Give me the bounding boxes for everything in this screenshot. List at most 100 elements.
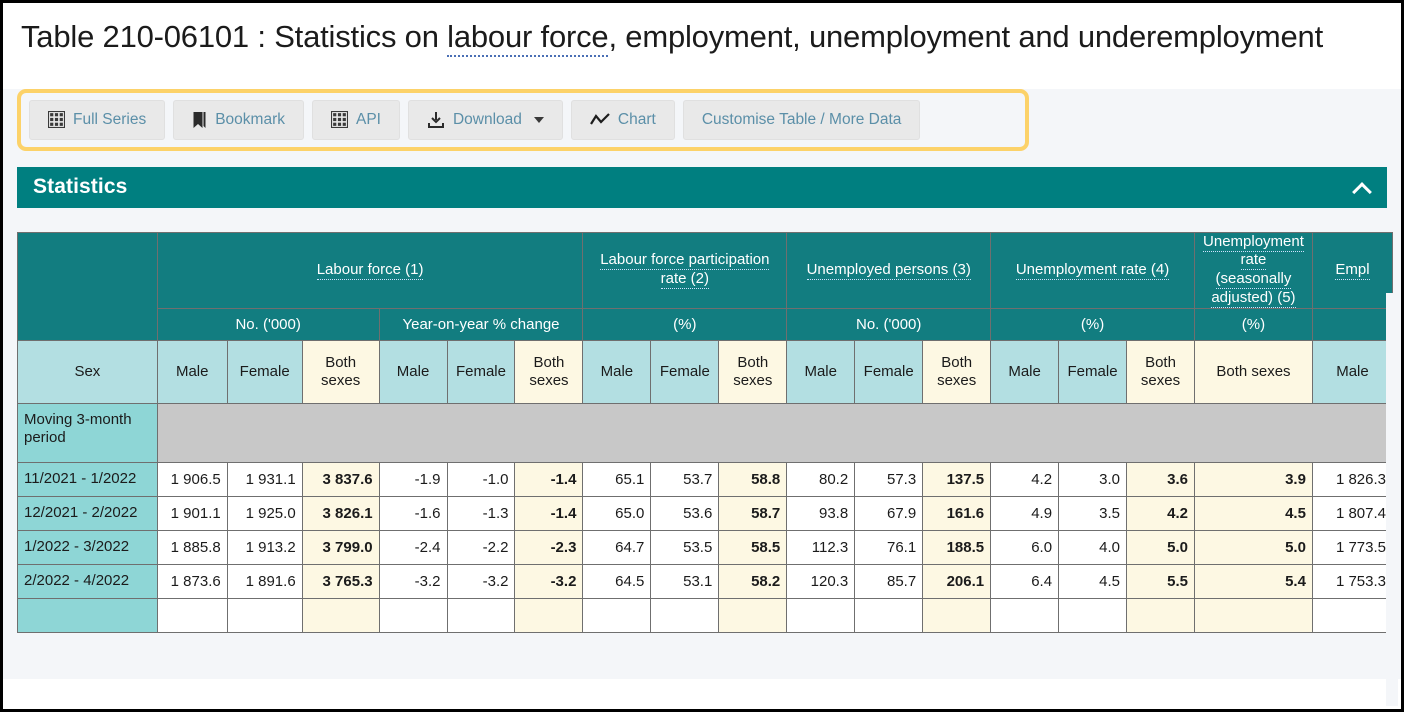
table-cell: -2.4 [378, 529, 448, 565]
table-cell [156, 597, 228, 633]
table-cell: 1 885.8 [156, 529, 228, 565]
table-cell: 6.0 [990, 529, 1060, 565]
table-cell: 206.1 [922, 563, 992, 599]
header-sex: Sex [17, 339, 158, 404]
bookmark-icon [192, 111, 207, 129]
statistics-table: Labour force (1) Labour force participat… [17, 231, 1393, 633]
table-cell: 1 773.5 [1311, 529, 1393, 565]
table-cell: 3.9 [1193, 461, 1313, 497]
table-header-sex-row: Sex Male Female Both sexes Male Female B… [17, 339, 1393, 404]
table-container[interactable]: Labour force (1) Labour force participat… [17, 231, 1393, 633]
chevron-up-icon[interactable] [1353, 178, 1371, 196]
table-cell: -1.0 [446, 461, 516, 497]
table-cell: 3.6 [1126, 461, 1195, 497]
sex-header-0: Male [156, 339, 228, 404]
table-row[interactable]: 2/2022 - 4/2022 1 873.6 1 891.6 3 765.3 -3.2… [17, 563, 1393, 599]
title-section: Table 210-06101 : Statistics on labour f… [3, 3, 1401, 67]
table-cell: 1 901.1 [156, 495, 228, 531]
table-cell: 64.7 [582, 529, 652, 565]
bookmark-button[interactable]: Bookmark [173, 99, 304, 140]
page-title-suffix: , employment, unemployment and underempl… [608, 19, 1323, 54]
table-cell: 53.6 [650, 495, 720, 531]
download-icon [427, 111, 445, 129]
sex-header-9: Male [786, 339, 856, 404]
full-series-button[interactable]: Full Series [29, 99, 166, 140]
row-period-label [17, 597, 158, 633]
table-cell [922, 597, 992, 633]
api-button[interactable]: API [312, 99, 400, 140]
table-cell [301, 597, 380, 633]
row-period-label: 1/2022 - 3/2022 [17, 529, 158, 565]
table-cell [854, 597, 924, 633]
sex-header-6: Male [582, 339, 652, 404]
table-cell: -2.2 [446, 529, 516, 565]
table-cell: 65.1 [582, 461, 652, 497]
table-cell: 3 837.6 [301, 461, 380, 497]
table-cell: 5.5 [1126, 563, 1195, 599]
labour-force-link[interactable]: labour force [447, 19, 609, 57]
table-cell: 80.2 [786, 461, 856, 497]
table-cell: 1 826.3 [1311, 461, 1393, 497]
grid-icon [331, 111, 348, 129]
unit-header-0: No. ('000) [156, 307, 380, 341]
sex-header-15: Both sexes [1193, 339, 1313, 404]
chart-button[interactable]: Chart [570, 99, 675, 140]
header-corner [17, 231, 158, 341]
table-row[interactable] [17, 597, 1393, 633]
table-row[interactable]: 1/2022 - 3/2022 1 885.8 1 913.2 3 799.0 -2.4… [17, 529, 1393, 565]
table-cell: 4.2 [990, 461, 1060, 497]
unit-header-1: Year-on-year % change [378, 307, 584, 341]
customise-table-button[interactable]: Customise Table / More Data [682, 99, 921, 140]
table-row[interactable]: 11/2021 - 1/2022 1 906.5 1 931.1 3 837.6 -1.… [17, 461, 1393, 497]
table-cell [446, 597, 516, 633]
customise-table-label: Customise Table / More Data [701, 110, 902, 128]
table-cell: 161.6 [922, 495, 992, 531]
table-cell: -1.3 [446, 495, 516, 531]
row-period-label: 2/2022 - 4/2022 [17, 563, 158, 599]
table-cell [718, 597, 788, 633]
sex-header-7: Female [650, 339, 720, 404]
table-body: Moving 3-month period 11/2021 - 1/2022 1 … [17, 402, 1393, 633]
table-cell: 1 753.3 [1311, 563, 1393, 599]
group-header-unemployment-rate: Unemployment rate (4) [990, 231, 1195, 309]
table-cell [1058, 597, 1128, 633]
download-button[interactable]: Download [407, 99, 563, 140]
table-header-unit-row: No. ('000) Year-on-year % change (%) No.… [18, 307, 1393, 341]
table-cell: 1 925.0 [226, 495, 303, 531]
chevron-down-icon [533, 116, 544, 123]
page-title: Table 210-06101 : Statistics on labour f… [21, 17, 1383, 57]
statistics-section-header[interactable]: Statistics [17, 166, 1387, 208]
table-cell [1193, 597, 1313, 633]
table-cell: -3.2 [514, 563, 584, 599]
table-cell: 1 913.2 [226, 529, 303, 565]
table-cell: 1 906.5 [156, 461, 228, 497]
table-cell: 4.5 [1058, 563, 1128, 599]
table-cell: 58.7 [718, 495, 788, 531]
row-period-label: 12/2021 - 2/2022 [17, 495, 158, 531]
table-cell [1126, 597, 1195, 633]
table-cell [378, 597, 448, 633]
sex-header-10: Female [854, 339, 924, 404]
sex-header-5: Both sexes [514, 339, 584, 404]
table-cell: 137.5 [922, 461, 992, 497]
table-cell [650, 597, 720, 633]
table-row[interactable]: 12/2021 - 2/2022 1 901.1 1 925.0 3 826.1 -1.… [17, 495, 1393, 531]
table-cell: -1.4 [514, 495, 584, 531]
table-cell: 58.2 [718, 563, 788, 599]
api-label: API [356, 110, 381, 128]
table-cell: 4.0 [1058, 529, 1128, 565]
table-cell: 4.2 [1126, 495, 1195, 531]
group-header-unemployed-persons: Unemployed persons (3) [786, 231, 992, 309]
table-header-group-row: Labour force (1) Labour force participat… [17, 231, 1393, 341]
table-cell: 58.8 [718, 461, 788, 497]
table-cell: 53.7 [650, 461, 720, 497]
sex-header-11: Both sexes [922, 339, 992, 404]
sex-header-14: Both sexes [1126, 339, 1195, 404]
sex-header-8: Both sexes [718, 339, 788, 404]
table-cell: -3.2 [378, 563, 448, 599]
table-cell: 58.5 [718, 529, 788, 565]
table-cell: 3 826.1 [301, 495, 380, 531]
table-cell: 3.5 [1058, 495, 1128, 531]
table-cell [514, 597, 584, 633]
table-cell: 57.3 [854, 461, 924, 497]
